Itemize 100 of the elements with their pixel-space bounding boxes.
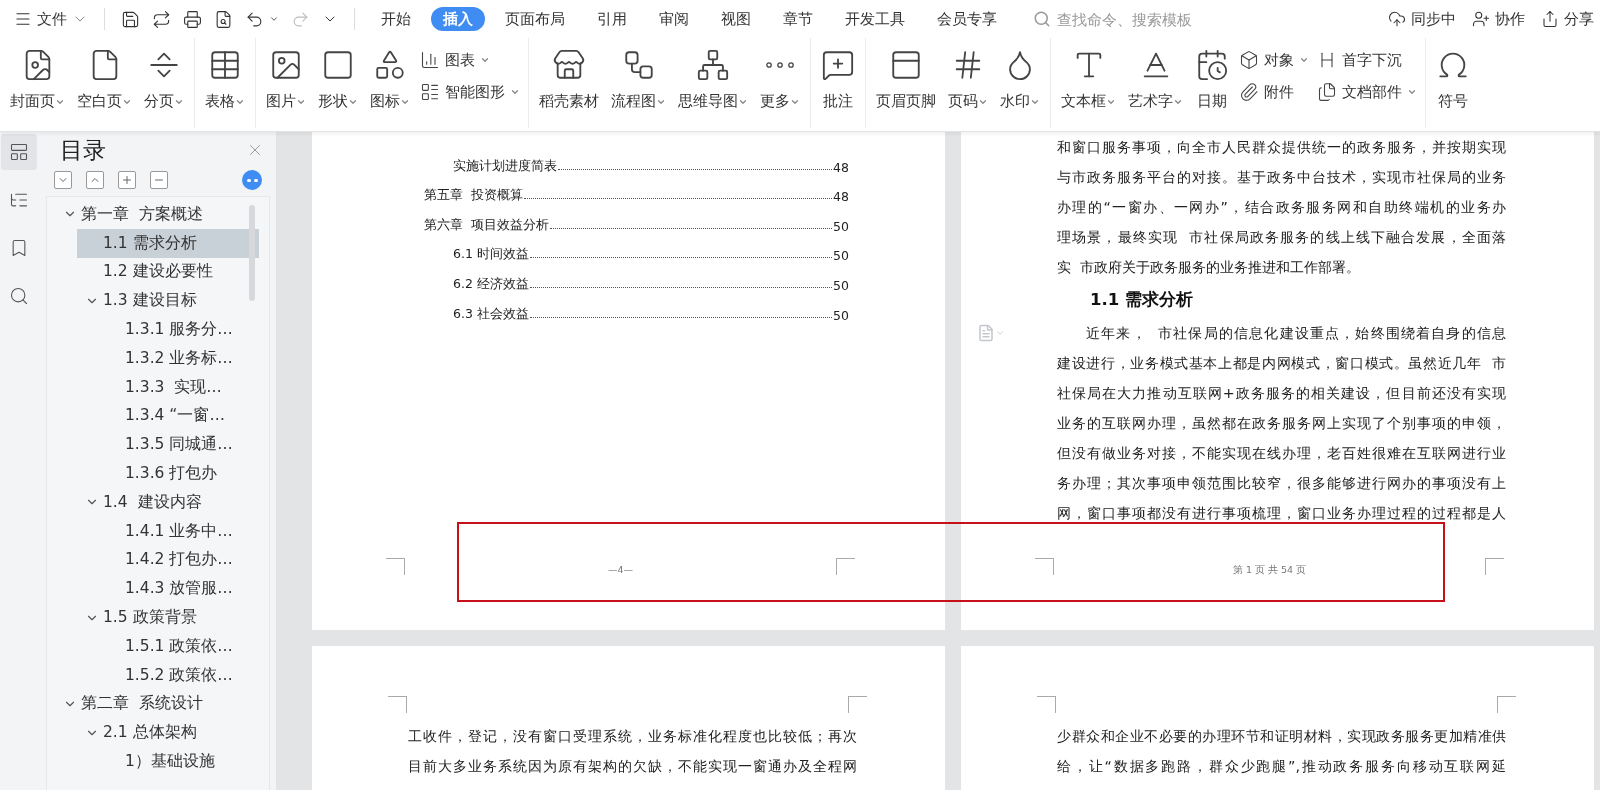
- crop-mark: [848, 696, 867, 713]
- outline-tab[interactable]: [1, 134, 37, 170]
- ribbon-button[interactable]: 思维导图: [672, 42, 754, 111]
- ribbon-button[interactable]: 更多: [754, 42, 806, 111]
- toc-item[interactable]: 1.3.4 “一窗…: [99, 401, 259, 431]
- comment-plus-icon: [821, 48, 855, 82]
- ribbon-button[interactable]: 形状: [312, 42, 364, 111]
- store-icon: [552, 48, 586, 82]
- ribbon-button[interactable]: 稻壳素材: [533, 42, 605, 111]
- crop-mark: [1037, 696, 1056, 713]
- text-line: 少群众和企业不必要的办理环节和证明材料，实现政务服务更加精准供: [1057, 727, 1506, 746]
- toc-item[interactable]: 1.4 建设内容: [59, 487, 259, 517]
- ribbon-tab[interactable]: 开发工具: [833, 7, 917, 31]
- ribbon-button[interactable]: 附件: [1235, 80, 1313, 104]
- header-button[interactable]: 分享: [1535, 5, 1600, 33]
- user-plus-icon: [1472, 10, 1490, 28]
- text-line: 社保局在大力推动互联网+政务服务的相关建设，但目前还没有实现: [1057, 384, 1506, 403]
- section-heading: 1.1 需求分析: [1089, 289, 1194, 311]
- ribbon-button[interactable]: 文档部件: [1313, 80, 1421, 104]
- panel-title: 目录: [60, 135, 106, 165]
- list-layout-icon: [420, 82, 440, 102]
- ribbon-button[interactable]: 智能图形: [416, 80, 524, 104]
- toc-item[interactable]: 1.5.2 政策依…: [99, 660, 259, 690]
- paperclip-icon: [1239, 82, 1259, 102]
- ribbon-button[interactable]: 流程图: [605, 42, 672, 111]
- toc-item[interactable]: 1.3.1 服务分…: [99, 315, 259, 344]
- ribbon-tab[interactable]: 引用: [585, 7, 639, 31]
- collapse-button[interactable]: [86, 171, 104, 189]
- ribbon-button[interactable]: 符号: [1430, 42, 1476, 111]
- toc-item[interactable]: 2.1 总体架构: [59, 718, 259, 748]
- ribbon-button[interactable]: 图片: [260, 42, 312, 111]
- ribbon-button[interactable]: 日期: [1189, 42, 1235, 111]
- add-button[interactable]: [118, 171, 136, 189]
- outline-icon: [9, 142, 29, 162]
- assistant-icon[interactable]: [242, 170, 262, 190]
- toc-item[interactable]: 第二章 系统设计: [47, 689, 259, 719]
- ribbon-button[interactable]: 水印: [994, 42, 1046, 111]
- toc-item[interactable]: 1.5.1 政策依…: [99, 631, 259, 661]
- ribbon-button[interactable]: 批注: [815, 42, 861, 111]
- toc-item[interactable]: 1.4.2 打包办…: [99, 545, 259, 575]
- text-line: 业务的互联网办理，虽然都在政务服务网上实现了个别事项的申领，: [1057, 414, 1506, 433]
- ribbon-button[interactable]: 空白页: [71, 42, 138, 111]
- ribbon-tab[interactable]: 页面布局: [493, 7, 577, 31]
- caret-icon: [510, 87, 520, 97]
- ribbon-button[interactable]: 图标: [364, 42, 416, 111]
- crop-mark: [836, 558, 855, 575]
- toc-item[interactable]: 1）基础设施: [99, 747, 259, 776]
- ribbon-button[interactable]: 艺术字: [1122, 42, 1189, 111]
- ribbon-button[interactable]: 首字下沉: [1313, 48, 1421, 72]
- text-line: 给，让“数据多跑路，群众少跑腿”,推动政务服务向移动互联网延: [1057, 757, 1506, 776]
- crop-mark: [388, 696, 407, 713]
- ribbon-button[interactable]: 页眉页脚: [870, 42, 942, 111]
- shapes-icon: [373, 48, 407, 82]
- preview-icon: [214, 9, 233, 29]
- caret-icon: [1407, 87, 1417, 97]
- save-icon: [121, 9, 140, 29]
- toc-item[interactable]: 第一章 方案概述: [47, 200, 259, 229]
- ribbon-button[interactable]: 分页: [138, 42, 190, 111]
- ribbon-button[interactable]: 文本框: [1055, 42, 1122, 111]
- ribbon-tab[interactable]: 开始: [369, 7, 423, 31]
- share-icon: [1541, 10, 1559, 28]
- ribbon-tab[interactable]: 会员专享: [925, 7, 1009, 31]
- toc-item[interactable]: 1.3.2 业务标…: [99, 344, 259, 373]
- toc-item[interactable]: 1.4.1 业务中…: [99, 516, 259, 546]
- text-line: 理场景，最终实现 市社保局政务服务的线上线下融合发展，全面落: [1057, 228, 1506, 247]
- ribbon-button[interactable]: 封面页: [4, 42, 71, 111]
- toc-item[interactable]: 1.2 建设必要性: [77, 257, 259, 287]
- toc-item[interactable]: 1.1 需求分析: [77, 228, 259, 258]
- search-field[interactable]: 查找命令、搜索模板: [1033, 9, 1293, 29]
- toc-entry: 6.3 社会效益 50: [452, 304, 849, 323]
- search-icon: [1033, 10, 1051, 28]
- ribbon-button[interactable]: 对象: [1235, 48, 1313, 72]
- ribbon-button[interactable]: 图表: [416, 48, 524, 72]
- expand-button[interactable]: [54, 171, 72, 189]
- plus-icon: [121, 174, 133, 186]
- table-icon: [208, 48, 242, 82]
- printer-icon: [183, 9, 202, 29]
- toc-item[interactable]: 1.3.5 同城通…: [99, 430, 259, 460]
- header-button[interactable]: 协作: [1466, 5, 1531, 33]
- ribbon-button[interactable]: 表格: [199, 42, 251, 111]
- header-button[interactable]: 同步中: [1382, 5, 1462, 33]
- toc-item[interactable]: 1.3.3 实现…: [99, 372, 259, 402]
- ribbon-tab[interactable]: 审阅: [647, 7, 701, 31]
- toc-item[interactable]: 1.5 政策背景: [59, 603, 259, 632]
- toc-entry: 6.1 时间效益 50: [452, 245, 849, 264]
- toc-item[interactable]: 1.3 建设目标: [59, 286, 259, 316]
- ribbon-tab[interactable]: 视图: [709, 7, 763, 31]
- caret-icon: [995, 328, 1005, 338]
- crop-mark: [1035, 558, 1054, 575]
- header-footer-icon: [889, 48, 923, 82]
- text-line: 建设进行，业务模式基本上都是内网模式，窗口模式。虽然近几年 市: [1057, 354, 1506, 373]
- ribbon-button[interactable]: 页码: [942, 42, 994, 111]
- ribbon-tab[interactable]: 章节: [771, 7, 825, 31]
- toc-item[interactable]: 1.4.3 放管服…: [99, 574, 259, 604]
- more-icon: [766, 62, 794, 68]
- file-menu[interactable]: 文件: [8, 5, 94, 33]
- toc-entry: 6.2 经济效益 50: [452, 274, 849, 293]
- toc-item[interactable]: 1.3.6 打包办: [99, 459, 259, 488]
- remove-button[interactable]: [150, 171, 168, 189]
- toc-entry: 实施计划进度简表 48: [452, 156, 849, 175]
